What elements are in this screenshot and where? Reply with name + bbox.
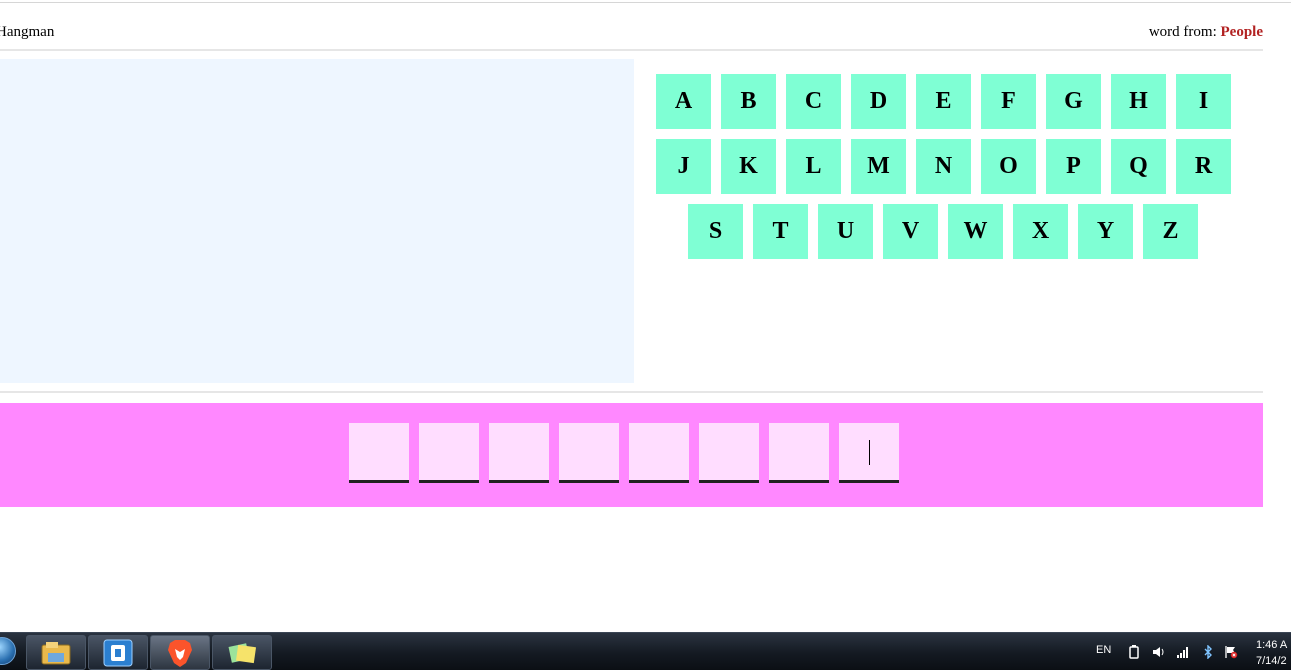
letter-key-c[interactable]: C <box>786 74 841 129</box>
letter-key-g[interactable]: G <box>1046 74 1101 129</box>
letter-key-i[interactable]: I <box>1176 74 1231 129</box>
system-clock[interactable]: 1:46 A 7/14/2 <box>1256 637 1287 669</box>
letter-slot-4[interactable] <box>559 423 619 483</box>
app-icon[interactable] <box>88 635 148 670</box>
word-category: word from: People <box>1149 22 1263 42</box>
letter-key-p[interactable]: P <box>1046 139 1101 194</box>
letter-slot-3[interactable] <box>489 423 549 483</box>
action-center-flag-icon[interactable] <box>1224 645 1238 659</box>
letter-key-x[interactable]: X <box>1013 204 1068 259</box>
text-cursor <box>869 440 870 465</box>
letter-key-m[interactable]: M <box>851 139 906 194</box>
letter-key-e[interactable]: E <box>916 74 971 129</box>
letter-key-v[interactable]: V <box>883 204 938 259</box>
letter-slot-1[interactable] <box>349 423 409 483</box>
word-slots-area <box>0 403 1263 507</box>
volume-icon[interactable] <box>1152 645 1166 659</box>
letter-key-r[interactable]: R <box>1176 139 1231 194</box>
word-from-label: word from: <box>1148 24 1217 40</box>
header: Hangman word from: People <box>0 22 1263 44</box>
taskbar: EN 1:46 A 7/14/2 <box>0 632 1291 670</box>
letter-key-k[interactable]: K <box>721 139 776 194</box>
letter-key-n[interactable]: N <box>916 139 971 194</box>
clock-date: 7/14/2 <box>1256 655 1287 667</box>
divider <box>0 49 1263 51</box>
network-signal-icon[interactable] <box>1176 645 1190 659</box>
letter-key-s[interactable]: S <box>688 204 743 259</box>
letter-key-j[interactable]: J <box>656 139 711 194</box>
letter-key-b[interactable]: B <box>721 74 776 129</box>
bluetooth-icon[interactable] <box>1201 645 1215 659</box>
sticky-notes-icon[interactable] <box>212 635 272 670</box>
app-title: Hangman <box>0 24 55 40</box>
divider <box>0 391 1263 393</box>
clock-time: 1:46 A <box>1256 639 1288 651</box>
letter-key-l[interactable]: L <box>786 139 841 194</box>
letter-slot-5[interactable] <box>629 423 689 483</box>
letter-slot-2[interactable] <box>419 423 479 483</box>
hangman-drawing-area <box>0 59 634 383</box>
letter-key-z[interactable]: Z <box>1143 204 1198 259</box>
letter-key-t[interactable]: T <box>753 204 808 259</box>
letter-slot-7[interactable] <box>769 423 829 483</box>
language-indicator[interactable]: EN <box>1096 644 1111 656</box>
power-icon[interactable] <box>1127 645 1141 659</box>
top-border <box>0 2 1291 3</box>
letter-key-h[interactable]: H <box>1111 74 1166 129</box>
letter-key-y[interactable]: Y <box>1078 204 1133 259</box>
letter-slot-6[interactable] <box>699 423 759 483</box>
letter-key-d[interactable]: D <box>851 74 906 129</box>
letter-key-a[interactable]: A <box>656 74 711 129</box>
letter-key-f[interactable]: F <box>981 74 1036 129</box>
brave-browser-icon[interactable] <box>150 635 210 670</box>
category-name: People <box>1220 24 1264 40</box>
file-explorer-icon[interactable] <box>26 635 86 670</box>
start-button[interactable] <box>0 637 16 665</box>
letter-key-w[interactable]: W <box>948 204 1003 259</box>
letter-key-u[interactable]: U <box>818 204 873 259</box>
letter-key-o[interactable]: O <box>981 139 1036 194</box>
letter-key-q[interactable]: Q <box>1111 139 1166 194</box>
